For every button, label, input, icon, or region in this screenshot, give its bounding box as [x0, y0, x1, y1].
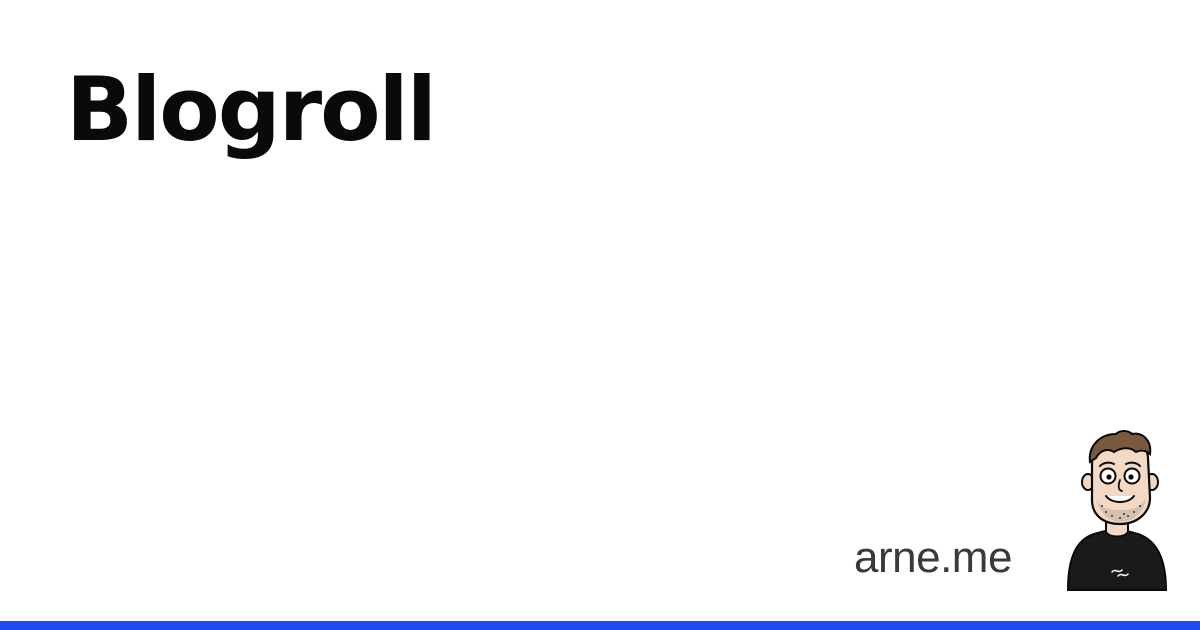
- page-title: Blogroll: [66, 58, 437, 161]
- og-card: Blogroll arne.me: [0, 0, 1200, 630]
- site-name: arne.me: [854, 533, 1012, 582]
- avatar: [1066, 430, 1168, 591]
- accent-bar: [0, 621, 1200, 630]
